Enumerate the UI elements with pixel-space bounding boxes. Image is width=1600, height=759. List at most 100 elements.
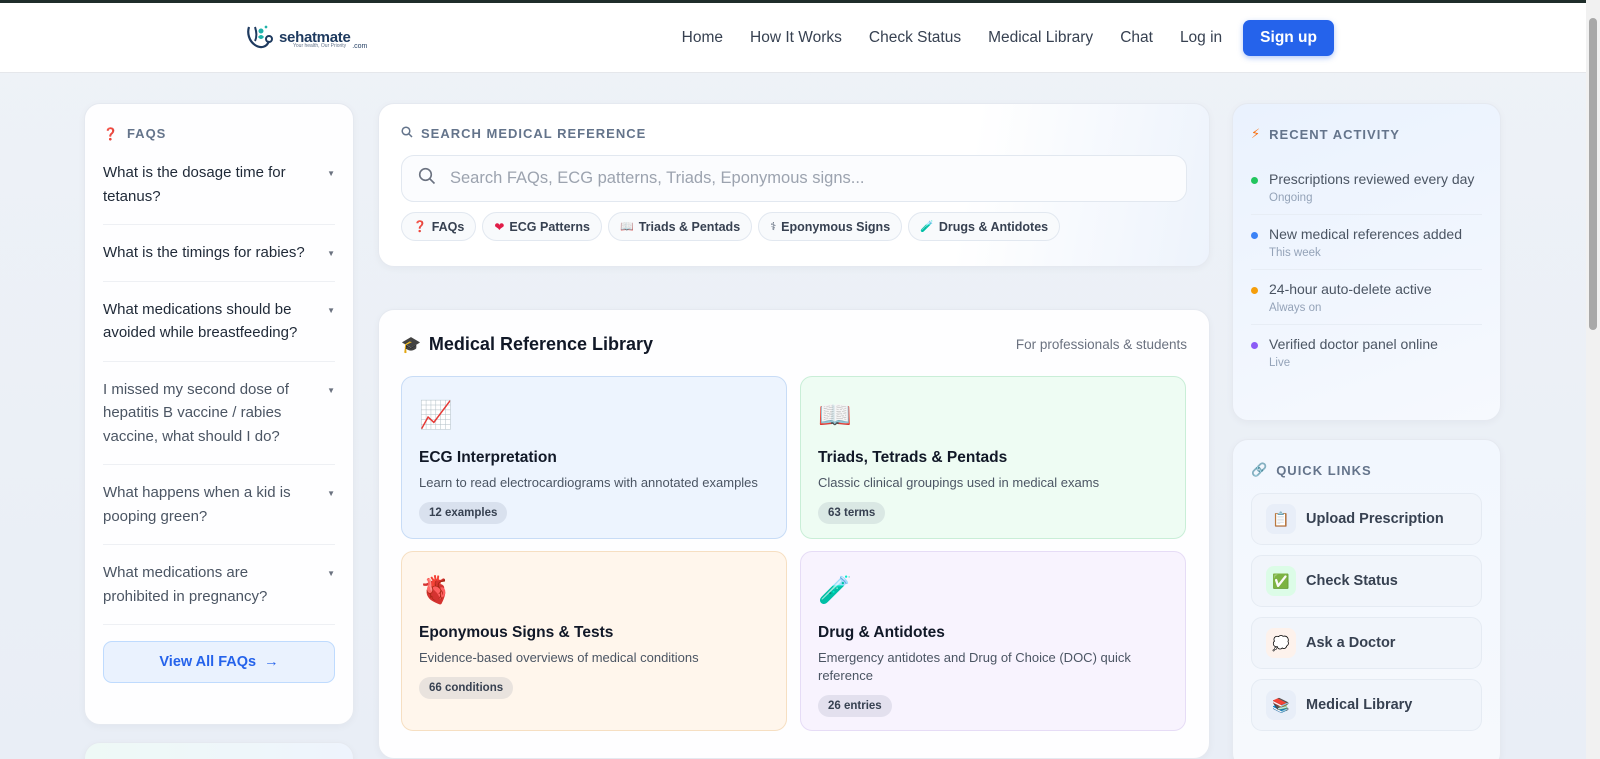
activity-title: RECENT ACTIVITY [1269,126,1400,142]
checkbox-icon: ✅ [1266,566,1296,596]
faq-item[interactable]: What medications are prohibited in pregn… [103,561,335,625]
tile-description: Evidence-based overviews of medical cond… [419,650,699,665]
chart-increasing-icon: 📈 [419,400,453,430]
caret-down-icon: ▼ [327,569,335,578]
tile-description: Learn to read electrocardiograms with an… [419,475,758,490]
tile-drug-antidotes[interactable]: 🧪 Drug & Antidotes Emergency antidotes a… [800,551,1186,731]
faq-item[interactable]: I missed my second dose of hepatitis B v… [103,378,335,465]
login-link[interactable]: Log in [1180,20,1222,56]
recent-activity-panel: ⚡ RECENT ACTIVITY Prescriptions reviewed… [1232,103,1501,421]
quick-link-label: Medical Library [1306,697,1413,713]
view-all-faqs-label: View All FAQs [159,654,257,670]
caret-down-icon: ▼ [327,169,335,178]
tile-description: Emergency antidotes and Drug of Choice (… [818,650,1131,683]
faq-question: What medications are prohibited in pregn… [103,564,268,605]
brand-tagline: Your health, Our Priority [293,43,347,49]
activity-time: This week [1269,247,1321,259]
tile-title: Drug & Antidotes [818,624,945,641]
chip-triads-pentads[interactable]: 📖 Triads & Pentads [608,212,753,241]
brand-logo[interactable]: sehatmate Your health, Our Priority .com [245,23,367,55]
quick-link-upload-prescription[interactable]: 📋 Upload Prescription [1251,493,1482,545]
faq-item[interactable]: What medications should be avoided while… [103,298,335,362]
tile-title: ECG Interpretation [419,449,557,466]
tile-description: Classic clinical groupings used in medic… [818,475,1100,490]
chip-faqs[interactable]: ❓ FAQs [401,212,477,241]
faq-item[interactable]: What happens when a kid is pooping green… [103,481,335,545]
view-all-faqs-button[interactable]: View All FAQs → [103,641,335,683]
faq-title: FAQS [126,126,167,141]
faq-item[interactable]: What is the dosage time for tetanus? ▼ [103,161,335,225]
activity-text: New medical references added [1269,226,1462,242]
scrollbar-thumb[interactable] [1589,18,1597,330]
search-icon [418,167,436,190]
stethoscope-icon: ⚕ [770,221,777,233]
signup-button[interactable]: Sign up [1243,20,1334,56]
faq-question: I missed my second dose of hepatitis B v… [103,380,289,445]
activity-item: New medical references added This week [1251,215,1482,270]
stethoscope-logo-icon [245,23,275,55]
main-nav: Home How It Works Check Status Medical L… [682,20,1334,56]
faq-question: What is the timings for rabies? [103,244,305,261]
quick-link-ask-doctor[interactable]: 💭 Ask a Doctor [1251,617,1482,669]
activity-time: Ongoing [1269,192,1313,204]
nav-medical-library[interactable]: Medical Library [988,20,1093,56]
tile-ecg-interpretation[interactable]: 📈 ECG Interpretation Learn to read elect… [401,376,787,539]
test-tube-icon: 🧪 [818,575,852,605]
quick-link-medical-library[interactable]: 📚 Medical Library [1251,679,1482,731]
books-icon: 📚 [1266,690,1296,720]
faq-panel: ❓ FAQS What is the dosage time for tetan… [84,103,354,725]
faq-question: What medications should be avoided while… [103,300,298,342]
speech-bubble-icon: 💭 [1266,628,1296,658]
nav-chat[interactable]: Chat [1120,20,1153,56]
chip-ecg-patterns[interactable]: ❤ ECG Patterns [482,212,603,241]
nav-how-it-works[interactable]: How It Works [750,20,842,56]
faq-question: What is the dosage time for tetanus? [103,164,286,205]
status-dot [1251,342,1258,349]
faq-item[interactable]: What is the timings for rabies? ▼ [103,241,335,282]
tile-title: Eponymous Signs & Tests [419,624,614,641]
chip-label: Eponymous Signs [781,219,891,234]
lightning-icon: ⚡ [1251,126,1262,141]
status-dot [1251,287,1258,294]
graduation-cap-icon: 🎓 [401,336,421,354]
quick-links-title: QUICK LINKS [1276,462,1372,478]
status-dot [1251,177,1258,184]
caret-down-icon: ▼ [327,305,335,315]
tile-badge: 26 entries [818,695,892,717]
activity-time: Live [1269,357,1291,369]
chip-label: Drugs & Antidotes [938,219,1049,234]
faq-question: What happens when a kid is pooping green… [103,484,291,525]
link-icon: 🔗 [1251,462,1269,477]
anatomical-heart-icon: 🫀 [419,575,453,605]
tile-eponymous-signs-tests[interactable]: 🫀 Eponymous Signs & Tests Evidence-based… [401,551,787,731]
chip-drugs-antidotes[interactable]: 🧪 Drugs & Antidotes [908,212,1061,241]
quick-link-label: Check Status [1306,573,1398,589]
quick-link-label: Upload Prescription [1306,511,1444,527]
quick-link-check-status[interactable]: ✅ Check Status [1251,555,1482,607]
site-header: sehatmate Your health, Our Priority .com… [0,3,1586,73]
open-book-icon: 📖 [620,221,634,233]
nav-check-status[interactable]: Check Status [869,20,961,56]
question-mark-icon: ❓ [413,221,427,233]
nav-home[interactable]: Home [682,20,723,56]
secondary-panel [84,742,354,759]
arrow-right-icon: → [264,654,279,670]
tile-triads-tetrads-pentads[interactable]: 📖 Triads, Tetrads & Pentads Classic clin… [800,376,1186,539]
library-title: Medical Reference Library [428,334,654,354]
caret-down-icon: ▼ [327,249,335,258]
search-panel: SEARCH MEDICAL REFERENCE ❓ FAQs ❤ ECG Patt… [378,103,1210,267]
question-mark-icon: ❓ [103,126,119,141]
activity-item: Prescriptions reviewed every day Ongoing [1251,160,1482,215]
chip-label: Triads & Pentads [638,219,741,234]
clipboard-icon: 📋 [1266,504,1296,534]
quick-links-panel: 🔗 QUICK LINKS 📋 Upload Prescription ✅ Ch… [1232,439,1501,759]
open-book-icon: 📖 [818,400,852,430]
page-scrollbar[interactable] [1586,0,1600,759]
chip-eponymous-signs[interactable]: ⚕ Eponymous Signs [758,212,903,241]
caret-down-icon: ▼ [327,489,335,498]
tile-badge: 66 conditions [419,677,514,699]
search-box[interactable] [401,155,1187,202]
activity-text: 24-hour auto-delete active [1269,281,1432,297]
search-input[interactable] [450,169,1150,188]
tile-badge: 63 terms [818,502,886,524]
